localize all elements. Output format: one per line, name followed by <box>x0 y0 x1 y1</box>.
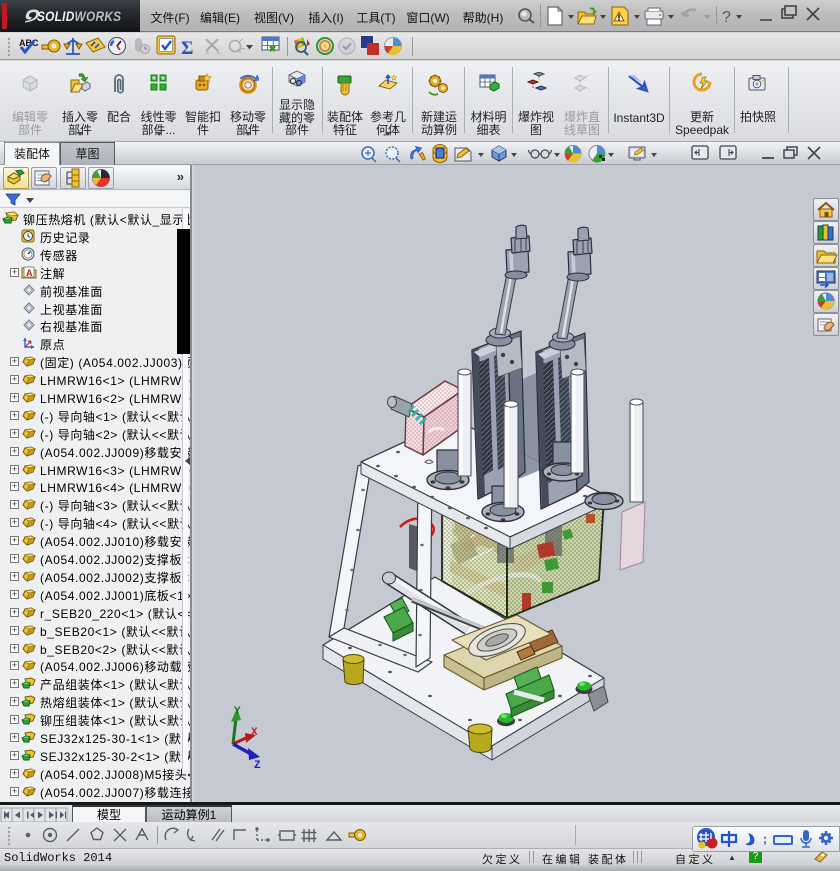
svg-text:A: A <box>26 268 33 278</box>
svg-text:x: x <box>238 48 242 55</box>
svg-text:Z: Z <box>254 760 261 772</box>
svg-text:X: X <box>251 727 258 739</box>
svg-text:?: ? <box>722 9 731 26</box>
svg-text:Y: Y <box>234 706 241 718</box>
svg-text:Σ: Σ <box>181 38 193 59</box>
svg-text:SOLIDWORKS: SOLIDWORKS <box>37 8 122 24</box>
svg-text:;: ; <box>763 832 767 846</box>
